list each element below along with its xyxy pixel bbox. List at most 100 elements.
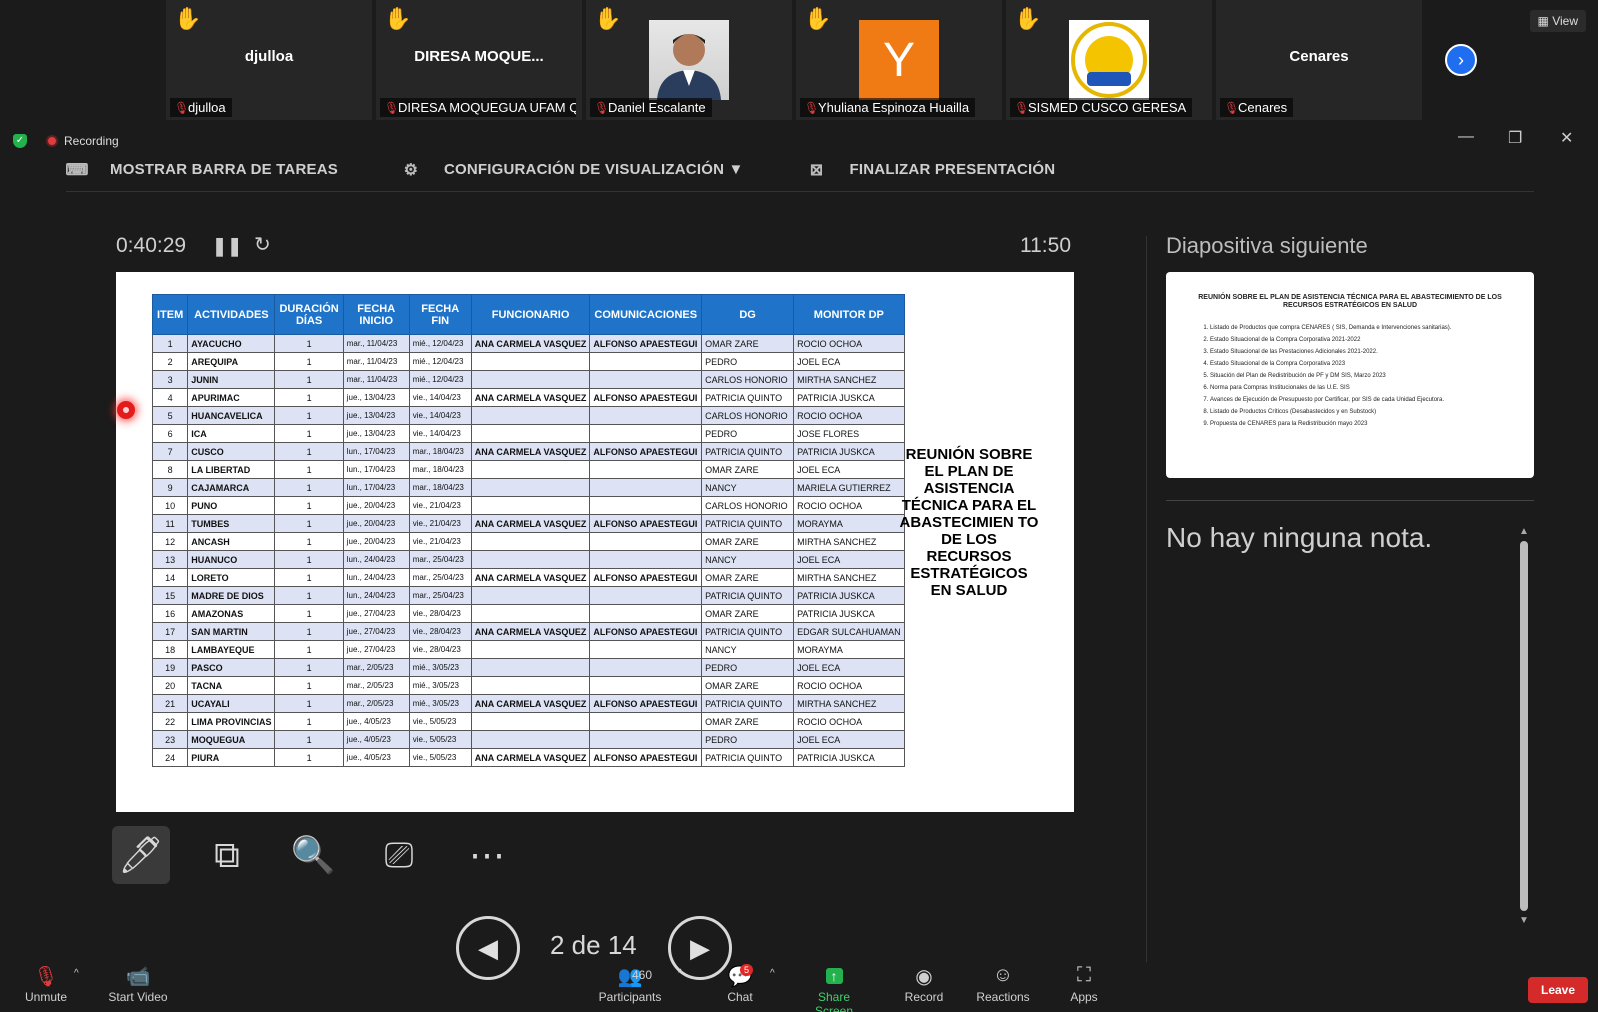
current-slide[interactable]: ITEM ACTIVIDADES DURACIÓN DÍAS FECHA INI… — [116, 272, 1074, 812]
table-cell: CARLOS HONORIO — [701, 496, 795, 515]
restart-timer-icon[interactable]: ↻ — [254, 232, 271, 257]
restore-icon[interactable]: ❐ — [1508, 128, 1522, 148]
table-cell: MIRTHA SANCHEZ — [793, 370, 905, 389]
table-cell: 1 — [274, 748, 344, 767]
zoom-magnifier-icon[interactable]: 🔍 — [284, 826, 342, 884]
more-options-icon[interactable]: ⋯ — [458, 826, 516, 884]
view-button[interactable]: ▦ View — [1529, 10, 1586, 32]
see-all-slides-icon[interactable]: ⧉ — [198, 826, 256, 884]
show-taskbar-label: MOSTRAR BARRA DE TAREAS — [110, 161, 338, 178]
participant-name-tag: 🎙 djulloa — [170, 98, 232, 117]
participant-tile[interactable]: Cenares 🎙 Cenares — [1216, 0, 1422, 120]
agenda-item: Norma para Compras Institucionales de la… — [1210, 382, 1504, 394]
apps-button[interactable]: ⛶ Apps — [1068, 964, 1100, 1004]
table-cell: jue., 4/05/23 — [342, 748, 410, 767]
next-participants-arrow-icon[interactable]: › — [1445, 44, 1477, 76]
pause-icon[interactable]: ❚❚ — [212, 236, 242, 257]
recording-indicator[interactable]: Recording — [46, 134, 119, 148]
scroll-thumb[interactable] — [1520, 541, 1528, 911]
table-cell: 14 — [151, 568, 189, 587]
record-dot-icon — [46, 135, 58, 147]
participant-tile[interactable]: ✋ Y 🎙 Yhuliana Espinoza Huailla — [796, 0, 1002, 120]
table-cell: 1 — [274, 622, 344, 641]
table-cell: TUMBES — [187, 514, 276, 533]
table-cell: 1 — [274, 694, 344, 713]
laser-pen-tool-icon[interactable]: 🖊 — [112, 826, 170, 884]
table-cell: PUNO — [187, 496, 276, 515]
table-cell — [589, 586, 703, 605]
table-cell: vie., 28/04/23 — [408, 640, 472, 659]
security-shield-icon[interactable]: ✓ — [13, 134, 27, 148]
close-icon[interactable]: ✕ — [1560, 128, 1573, 148]
table-cell: JOEL ECA — [793, 658, 905, 677]
table-cell: CAJAMARCA — [187, 478, 276, 497]
table-cell: JOEL ECA — [793, 460, 905, 479]
participant-tile[interactable]: ✋ djulloa 🎙 djulloa — [166, 0, 372, 120]
participant-tile[interactable]: ✋ 🎙 SISMED CUSCO GERESA — [1006, 0, 1212, 120]
table-cell: vie., 21/04/23 — [408, 496, 472, 515]
record-button[interactable]: ◉ Record — [904, 964, 944, 1004]
table-cell: 1 — [274, 424, 344, 443]
next-slide-thumbnail[interactable]: REUNIÓN SOBRE EL PLAN DE ASISTENCIA TÉCN… — [1166, 272, 1534, 478]
share-screen-button[interactable]: ↑ Share Screen — [798, 964, 870, 1012]
table-cell: jue., 20/04/23 — [342, 496, 410, 515]
reactions-button[interactable]: ☺ Reactions — [976, 964, 1030, 1004]
participant-tile[interactable]: ✋ 🎙 Daniel Escalante — [586, 0, 792, 120]
chat-button[interactable]: 💬 5 Chat ^ — [718, 964, 775, 1004]
table-cell: ANA CARMELA VASQUEZ — [470, 442, 591, 461]
start-video-button[interactable]: 📹 Start Video — [106, 964, 170, 1004]
table-cell: 1 — [274, 532, 344, 551]
table-row: 2 AREQUIPA 1 mar., 11/04/23 mié., 12/04/23 PE… — [151, 352, 905, 371]
table-cell: LAMBAYEQUE — [187, 640, 276, 659]
table-cell: lun., 17/04/23 — [342, 478, 410, 497]
table-cell: vie., 14/04/23 — [408, 424, 472, 443]
table-cell: MIRTHA SANCHEZ — [793, 694, 905, 713]
participant-tile[interactable]: ✋ DIRESA MOQUE... 🎙 DIRESA MOQUEGUA UFAM … — [376, 0, 582, 120]
table-cell: mié., 3/05/23 — [408, 658, 472, 677]
record-icon: ◉ — [915, 966, 933, 988]
table-cell: vie., 5/05/23 — [408, 712, 472, 731]
table-cell: vie., 21/04/23 — [408, 532, 472, 551]
table-cell: ALFONSO APAESTEGUI — [589, 748, 703, 767]
table-cell: PATRICIA QUINTO — [701, 442, 795, 461]
table-cell: PATRICIA QUINTO — [701, 514, 795, 533]
end-presentation-button[interactable]: ⊠ FINALIZAR PRESENTACIÓN — [806, 160, 1056, 180]
table-cell: ANA CARMELA VASQUEZ — [470, 622, 591, 641]
speaker-notes[interactable]: No hay ninguna nota. — [1166, 522, 1432, 554]
table-cell: 11 — [151, 514, 189, 533]
table-cell: 23 — [151, 730, 189, 749]
caret-up-icon[interactable]: ^ — [74, 968, 79, 979]
table-cell: jue., 13/04/23 — [342, 388, 410, 407]
column-header: ACTIVIDADES — [187, 294, 276, 335]
notes-scrollbar[interactable]: ▲ ▼ — [1519, 526, 1529, 934]
participants-button[interactable]: 👥 460 Participants ^ — [598, 964, 683, 1004]
monitor-gear-icon: ⚙ — [403, 161, 419, 179]
table-cell: NANCY — [701, 478, 795, 497]
scroll-up-icon[interactable]: ▲ — [1519, 526, 1529, 537]
table-cell: 1 — [274, 712, 344, 731]
show-taskbar-button[interactable]: ⌨ MOSTRAR BARRA DE TAREAS — [65, 160, 338, 180]
unmute-label: Unmute — [24, 990, 68, 1004]
table-cell — [470, 478, 591, 497]
table-cell: 8 — [151, 460, 189, 479]
muted-mic-icon: 🎙 — [1224, 101, 1240, 115]
scroll-down-icon[interactable]: ▼ — [1519, 915, 1529, 926]
participants-label: Participants — [598, 990, 662, 1004]
leave-button[interactable]: Leave — [1528, 977, 1588, 1003]
table-row: 5 HUANCAVELICA 1 jue., 13/04/23 vie., 14/04/… — [151, 406, 905, 425]
display-settings-button[interactable]: ⚙ CONFIGURACIÓN DE VISUALIZACIÓN ▼ — [400, 160, 744, 180]
taskbar-icon: ⌨ — [65, 161, 89, 179]
table-cell — [589, 676, 703, 695]
caret-up-icon[interactable]: ^ — [770, 968, 775, 979]
table-header-row: ITEM ACTIVIDADES DURACIÓN DÍAS FECHA INI… — [151, 294, 905, 335]
table-cell: 21 — [151, 694, 189, 713]
minimize-icon[interactable]: — — [1458, 128, 1474, 146]
participant-display-name: DIRESA MOQUE... — [414, 48, 544, 65]
table-cell: jue., 13/04/23 — [342, 406, 410, 425]
unmute-button[interactable]: 🎙 Unmute ^ — [22, 964, 79, 1004]
caret-up-icon[interactable]: ^ — [678, 968, 683, 979]
table-row: 17 SAN MARTIN 1 jue., 27/04/23 vie., 28/04/2… — [151, 622, 905, 641]
table-cell — [470, 532, 591, 551]
table-cell: MORAYMA — [793, 640, 905, 659]
black-screen-icon[interactable]: ⎚ — [370, 826, 428, 884]
